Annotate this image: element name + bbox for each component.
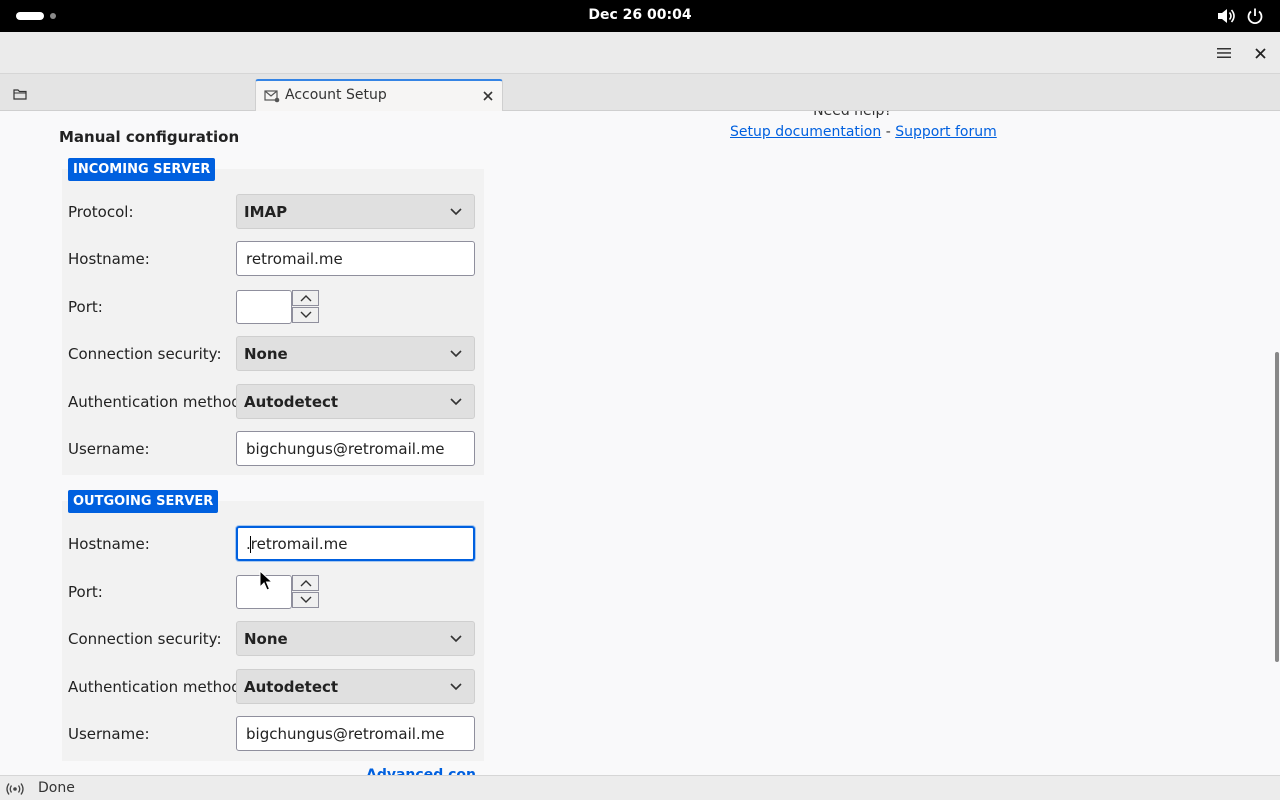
port-decrement-button[interactable]	[292, 307, 319, 323]
outgoing-username-field[interactable]: bigchungus@retromail.me	[236, 716, 475, 751]
status-bar: Done	[0, 775, 1280, 800]
advanced-config-link[interactable]: Advanced config	[366, 767, 476, 775]
chevron-down-icon	[300, 596, 311, 603]
mail-folder-tab[interactable]	[6, 84, 34, 104]
chevron-down-icon	[450, 208, 462, 216]
window-title-bar	[0, 32, 1280, 74]
outgoing-security-label: Connection security:	[68, 630, 222, 648]
support-forum-link[interactable]: Support forum	[895, 124, 997, 140]
setup-documentation-link[interactable]: Setup documentation	[730, 124, 881, 140]
incoming-username-value: bigchungus@retromail.me	[246, 440, 445, 458]
outgoing-hostname-field[interactable]: .retromail.me	[236, 526, 475, 561]
tab-account-setup[interactable]: Account Setup	[255, 79, 503, 111]
incoming-security-select[interactable]: None	[236, 336, 475, 371]
outgoing-security-value: None	[244, 630, 288, 648]
status-text: Done	[38, 780, 75, 796]
incoming-auth-value: Autodetect	[244, 393, 339, 411]
hamburger-icon	[1217, 48, 1231, 58]
incoming-hostname-field[interactable]: retromail.me	[236, 241, 475, 276]
incoming-server-badge: INCOMING SERVER	[68, 158, 216, 181]
close-icon	[1254, 47, 1266, 59]
incoming-security-value: None	[244, 345, 288, 363]
incoming-security-label: Connection security:	[68, 345, 222, 363]
outgoing-auth-value: Autodetect	[244, 678, 339, 696]
manual-configuration-title: Manual configuration	[59, 128, 240, 146]
chevron-down-icon	[450, 635, 462, 643]
window-close-button[interactable]	[1248, 42, 1272, 64]
account-setup-content: Need help? Setup documentation - Support…	[0, 111, 1280, 775]
system-top-bar: Dec 26 00:04	[0, 0, 1280, 32]
outgoing-auth-select[interactable]: Autodetect	[236, 669, 475, 704]
incoming-port-stepper[interactable]	[236, 290, 319, 324]
close-icon	[483, 91, 493, 101]
outgoing-hostname-label: Hostname:	[68, 535, 150, 553]
tab-bar: Account Setup	[0, 74, 1280, 111]
clock[interactable]: Dec 26 00:04	[0, 7, 1280, 23]
outgoing-server-badge: OUTGOING SERVER	[68, 490, 219, 513]
incoming-username-label: Username:	[68, 440, 150, 458]
app-menu-button[interactable]	[1212, 42, 1236, 64]
tab-close-button[interactable]	[479, 87, 497, 105]
chevron-up-icon	[300, 295, 311, 302]
outgoing-port-label: Port:	[68, 583, 103, 601]
incoming-username-field[interactable]: bigchungus@retromail.me	[236, 431, 475, 466]
vertical-scrollbar[interactable]	[1275, 352, 1279, 662]
incoming-hostname-value: retromail.me	[246, 250, 343, 268]
outgoing-hostname-value: .retromail.me	[246, 535, 348, 553]
link-separator: -	[885, 124, 891, 140]
port-increment-button[interactable]	[292, 290, 319, 306]
chevron-down-icon	[450, 398, 462, 406]
incoming-auth-select[interactable]: Autodetect	[236, 384, 475, 419]
help-title: Need help?	[813, 111, 892, 119]
outgoing-username-value: bigchungus@retromail.me	[246, 725, 445, 743]
incoming-auth-label: Authentication method:	[68, 393, 246, 411]
outgoing-auth-label: Authentication method:	[68, 678, 246, 696]
port-increment-button[interactable]	[292, 575, 319, 591]
chevron-down-icon	[450, 683, 462, 691]
volume-icon[interactable]	[1216, 7, 1236, 25]
mouse-cursor-icon	[259, 570, 273, 591]
chevron-down-icon	[450, 350, 462, 358]
incoming-hostname-label: Hostname:	[68, 250, 150, 268]
folder-icon	[13, 89, 27, 100]
incoming-port-field[interactable]	[236, 290, 292, 324]
chevron-down-icon	[300, 311, 311, 318]
outgoing-security-select[interactable]: None	[236, 621, 475, 656]
power-icon[interactable]	[1246, 7, 1264, 25]
incoming-protocol-value: IMAP	[244, 203, 288, 221]
incoming-port-label: Port:	[68, 298, 103, 316]
advanced-config-label: Advanced config	[366, 767, 476, 775]
incoming-protocol-label: Protocol:	[68, 203, 134, 221]
outgoing-username-label: Username:	[68, 725, 150, 743]
tab-label: Account Setup	[285, 87, 387, 103]
chevron-up-icon	[300, 580, 311, 587]
help-links: Setup documentation - Support forum	[730, 124, 997, 140]
envelope-gear-icon	[264, 90, 280, 103]
connection-status-icon	[6, 783, 24, 795]
port-decrement-button[interactable]	[292, 592, 319, 608]
text-caret	[250, 536, 251, 553]
outgoing-port-stepper[interactable]	[236, 575, 319, 609]
incoming-protocol-select[interactable]: IMAP	[236, 194, 475, 229]
